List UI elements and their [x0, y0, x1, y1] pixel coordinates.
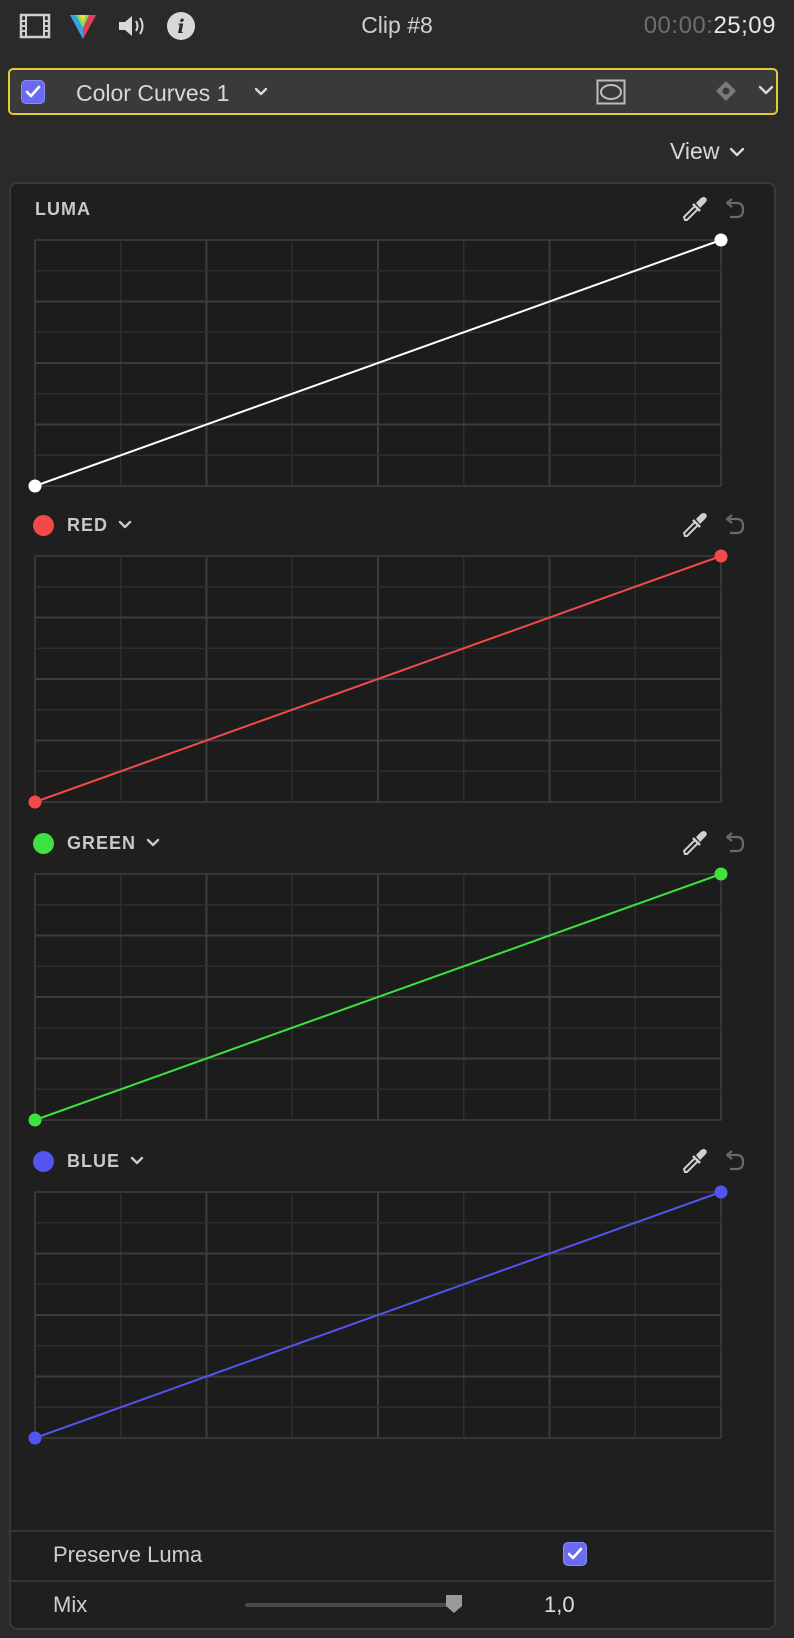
color-prism-icon[interactable] [65, 8, 101, 44]
timecode-dim: 00:00: [643, 12, 714, 39]
mix-slider-track[interactable] [245, 1603, 455, 1607]
curve-label-green[interactable]: GREEN [33, 828, 160, 858]
curve-label-red[interactable]: RED [33, 510, 132, 540]
timecode-bright: 25;09 [713, 12, 776, 39]
view-dropdown[interactable]: View [670, 138, 745, 165]
timecode: 00:00:25;09 [644, 12, 776, 40]
curve-label-luma: LUMA [35, 194, 91, 224]
reset-icon[interactable] [721, 512, 751, 542]
curve-end-point[interactable] [714, 1185, 728, 1199]
reset-icon[interactable] [721, 830, 751, 860]
eyedropper-icon[interactable] [679, 194, 713, 228]
curve-graph-green[interactable] [23, 864, 743, 1132]
mix-slider-thumb[interactable] [445, 1594, 463, 1619]
channel-color-dot [33, 1150, 54, 1172]
chevron-down-icon [130, 1156, 144, 1166]
chevron-down-icon [146, 838, 160, 848]
chevron-down-icon [118, 520, 132, 530]
curve-start-point[interactable] [28, 795, 42, 809]
curve-label-text: LUMA [35, 198, 91, 219]
curve-luma: LUMA [11, 194, 774, 504]
eyedropper-icon[interactable] [679, 510, 713, 544]
curve-end-point[interactable] [714, 549, 728, 563]
effect-enable-checkbox[interactable] [21, 80, 45, 104]
curve-graph-red[interactable] [23, 546, 743, 814]
curve-end-point[interactable] [714, 867, 728, 881]
film-icon[interactable] [17, 8, 53, 44]
inspector-toolbar: i Clip #8 00:00:25;09 [0, 0, 794, 56]
curve-red: RED [11, 510, 774, 820]
reset-icon[interactable] [721, 1148, 751, 1178]
chevron-down-icon[interactable] [254, 84, 268, 102]
curves-panel: LUMA RED GREEN BLUE Preserve Luma Mix 1,0 [9, 182, 776, 1630]
curve-label-text: BLUE [67, 1150, 120, 1171]
preserve-luma-checkbox[interactable] [563, 1542, 587, 1566]
checkmark-icon [567, 1547, 583, 1560]
expand-chevron-icon[interactable] [758, 83, 774, 101]
curve-start-point[interactable] [28, 479, 42, 493]
channel-color-dot [33, 832, 54, 854]
chevron-down-icon [730, 147, 745, 156]
effect-name[interactable]: Color Curves 1 [76, 80, 229, 107]
svg-text:i: i [177, 16, 184, 38]
channel-color-dot [33, 514, 54, 536]
curve-label-blue[interactable]: BLUE [33, 1146, 144, 1176]
curve-graph-blue[interactable] [23, 1182, 743, 1450]
curve-blue: BLUE [11, 1146, 774, 1456]
mix-value[interactable]: 1,0 [544, 1592, 575, 1618]
eyedropper-icon[interactable] [679, 828, 713, 862]
curve-end-point[interactable] [714, 233, 728, 247]
curve-green: GREEN [11, 828, 774, 1138]
eyedropper-icon[interactable] [679, 1146, 713, 1180]
checkmark-icon [25, 85, 41, 98]
mix-row: Mix 1,0 [11, 1580, 774, 1626]
preserve-luma-row: Preserve Luma [11, 1530, 774, 1576]
curve-label-text: RED [67, 514, 109, 535]
speaker-icon[interactable] [114, 8, 150, 44]
preserve-luma-label: Preserve Luma [53, 1542, 203, 1567]
info-icon[interactable]: i [163, 8, 199, 44]
mask-icon[interactable] [596, 79, 626, 110]
effect-header[interactable]: Color Curves 1 [8, 68, 778, 115]
mix-label: Mix [53, 1592, 88, 1617]
view-label: View [670, 138, 720, 164]
curve-label-text: GREEN [67, 832, 137, 853]
curve-start-point[interactable] [28, 1113, 42, 1127]
reset-icon[interactable] [721, 196, 751, 226]
keyframe-icon[interactable] [714, 79, 738, 108]
curve-start-point[interactable] [28, 1431, 42, 1445]
curve-graph-luma[interactable] [23, 230, 743, 498]
